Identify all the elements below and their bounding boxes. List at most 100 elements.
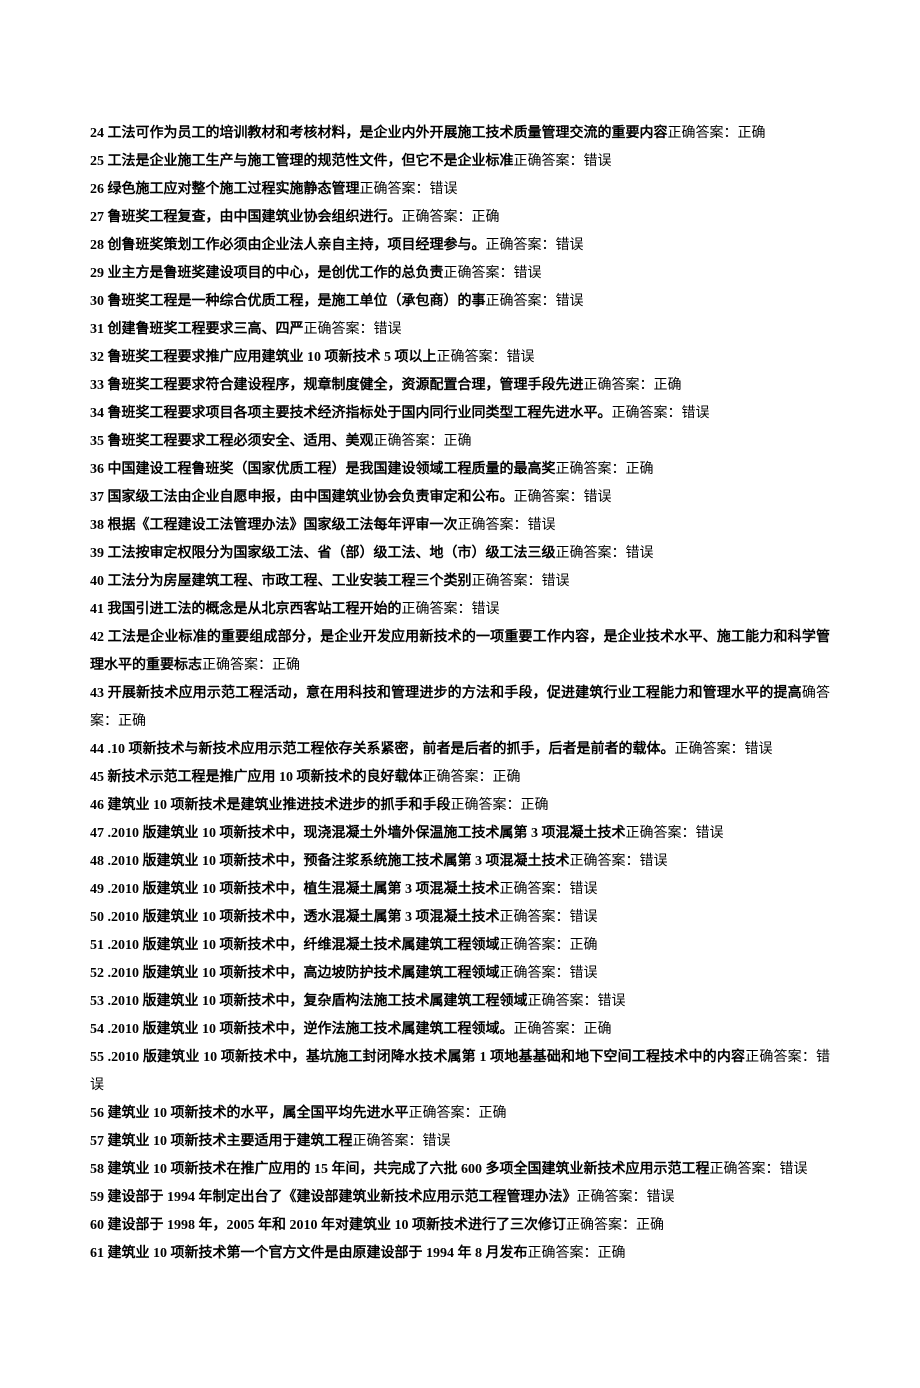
question-text: .2010 版建筑业 10 项新技术中，基坑施工封闭降水技术属第 1 项地基基础… [108,1050,746,1065]
question-text: 鲁班奖工程要求工程必须安全、适用、美观 [108,434,374,449]
question-number: 51 [90,938,104,953]
answer-label: 正确答案： [374,434,444,449]
question-number: 25 [90,154,104,169]
question-item: 26 绿色施工应对整个施工过程实施静态管理正确答案：错误 [90,176,830,204]
answer-label: 正确答案： [360,182,430,197]
answer-label: 正确答案： [304,322,374,337]
question-number: 37 [90,490,104,505]
question-text: 鲁班奖工程要求推广应用建筑业 10 项新技术 5 项以上 [108,350,437,365]
answer-label: 正确答案： [577,1190,647,1205]
question-item: 53 .2010 版建筑业 10 项新技术中，复杂盾构法施工技术属建筑工程领域正… [90,988,830,1016]
answer-label: 正确答案： [612,406,682,421]
answer-label: 正确答案： [486,294,556,309]
question-item: 40 工法分为房屋建筑工程、市政工程、工业安装工程三个类别正确答案：错误 [90,568,830,596]
question-item: 48 .2010 版建筑业 10 项新技术中，预备注浆系统施工技术属第 3 项混… [90,848,830,876]
question-text: 业主方是鲁班奖建设项目的中心，是创优工作的总负责 [108,266,444,281]
answer-value: 错误 [640,854,668,869]
answer-label: 正确答案： [626,826,696,841]
question-number: 35 [90,434,104,449]
question-item: 38 根据《工程建设工法管理办法》国家级工法每年评审一次正确答案：错误 [90,512,830,540]
question-number: 30 [90,294,104,309]
question-item: 30 鲁班奖工程是一种综合优质工程，是施工单位（承包商）的事正确答案：错误 [90,288,830,316]
answer-value: 错误 [374,322,402,337]
answer-label: 正确答案： [202,658,272,673]
answer-value: 错误 [514,266,542,281]
question-text: 建设部于 1998 年，2005 年和 2010 年对建筑业 10 项新技术进行… [108,1218,567,1233]
question-item: 51 .2010 版建筑业 10 项新技术中，纤维混凝土技术属建筑工程领域正确答… [90,932,830,960]
question-item: 35 鲁班奖工程要求工程必须安全、适用、美观正确答案：正确 [90,428,830,456]
answer-value: 正确 [472,210,500,225]
question-text: 建筑业 10 项新技术主要适用于建筑工程 [108,1134,353,1149]
answer-value: 错误 [570,910,598,925]
answer-label: 正确答案： [570,854,640,869]
question-number: 42 [90,630,104,645]
answer-label: 正确答案： [486,238,556,253]
question-item: 32 鲁班奖工程要求推广应用建筑业 10 项新技术 5 项以上正确答案：错误 [90,344,830,372]
question-item: 55 .2010 版建筑业 10 项新技术中，基坑施工封闭降水技术属第 1 项地… [90,1044,830,1100]
document-page: 24 工法可作为员工的培训教材和考核材料，是企业内外开展施工技术质量管理交流的重… [0,0,920,1388]
question-number: 53 [90,994,104,1009]
question-item: 39 工法按审定权限分为国家级工法、省（部）级工法、地（市）级工法三级正确答案：… [90,540,830,568]
answer-label: 正确答案： [514,490,584,505]
answer-label: 正确答案： [500,882,570,897]
question-text: 开展新技术应用示范工程活动，意在用科技和管理进步的方法和手段，促进建筑行业工程能… [108,686,802,701]
question-text: .2010 版建筑业 10 项新技术中，透水混凝土属第 3 项混凝土技术 [108,910,500,925]
question-item: 46 建筑业 10 项新技术是建筑业推进技术进步的抓手和手段正确答案：正确 [90,792,830,820]
answer-value: 错误 [626,546,654,561]
question-text: .2010 版建筑业 10 项新技术中，预备注浆系统施工技术属第 3 项混凝土技… [108,854,570,869]
question-number: 57 [90,1134,104,1149]
question-text: 建筑业 10 项新技术第一个官方文件是由原建设部于 1994 年 8 月发布 [108,1246,528,1261]
question-number: 32 [90,350,104,365]
question-number: 47 [90,826,104,841]
answer-value: 错误 [430,182,458,197]
question-item: 43 开展新技术应用示范工程活动，意在用科技和管理进步的方法和手段，促进建筑行业… [90,680,830,736]
question-number: 43 [90,686,104,701]
question-text: 工法分为房屋建筑工程、市政工程、工业安装工程三个类别 [108,574,472,589]
question-item: 37 国家级工法由企业自愿申报，由中国建筑业协会负责审定和公布。正确答案：错误 [90,484,830,512]
question-number: 48 [90,854,104,869]
question-text: .2010 版建筑业 10 项新技术中，植生混凝土属第 3 项混凝土技术 [108,882,500,897]
answer-value: 错误 [423,1134,451,1149]
question-text: 鲁班奖工程要求符合建设程序，规章制度健全，资源配置合理，管理手段先进 [108,378,584,393]
answer-value: 错误 [647,1190,675,1205]
answer-value: 正确 [636,1218,664,1233]
answer-label: 正确答案： [353,1134,423,1149]
answer-label: 正确答案： [500,966,570,981]
question-number: 33 [90,378,104,393]
answer-label: 正确答案： [528,1246,598,1261]
question-item: 57 建筑业 10 项新技术主要适用于建筑工程正确答案：错误 [90,1128,830,1156]
question-number: 34 [90,406,104,421]
answer-value: 正确 [118,714,146,729]
question-text: .2010 版建筑业 10 项新技术中，纤维混凝土技术属建筑工程领域 [108,938,500,953]
answer-value: 错误 [584,490,612,505]
answer-value: 正确 [272,658,300,673]
question-text: .2010 版建筑业 10 项新技术中，现浇混凝土外墙外保温施工技术属第 3 项… [108,826,626,841]
question-item: 31 创建鲁班奖工程要求三高、四严正确答案：错误 [90,316,830,344]
answer-value: 正确 [626,462,654,477]
question-number: 55 [90,1050,104,1065]
question-item: 29 业主方是鲁班奖建设项目的中心，是创优工作的总负责正确答案：错误 [90,260,830,288]
question-number: 46 [90,798,104,813]
question-text: 创鲁班奖策划工作必须由企业法人亲自主持，项目经理参与。 [108,238,486,253]
answer-value: 错误 [556,238,584,253]
answer-label: 正确答案： [556,546,626,561]
answer-label: 正确答案： [458,518,528,533]
question-text: 鲁班奖工程要求项目各项主要技术经济指标处于国内同行业同类型工程先进水平。 [108,406,612,421]
question-text: 工法可作为员工的培训教材和考核材料，是企业内外开展施工技术质量管理交流的重要内容 [108,126,668,141]
question-number: 45 [90,770,104,785]
question-item: 25 工法是企业施工生产与施工管理的规范性文件，但它不是企业标准正确答案：错误 [90,148,830,176]
answer-label: 正确答案： [402,602,472,617]
question-number: 58 [90,1162,104,1177]
answer-value: 错误 [570,966,598,981]
question-number: 61 [90,1246,104,1261]
question-item: 33 鲁班奖工程要求符合建设程序，规章制度健全，资源配置合理，管理手段先进正确答… [90,372,830,400]
question-text: 根据《工程建设工法管理办法》国家级工法每年评审一次 [108,518,458,533]
question-text: 新技术示范工程是推广应用 10 项新技术的良好载体 [108,770,423,785]
question-item: 52 .2010 版建筑业 10 项新技术中，高边坡防护技术属建筑工程领域正确答… [90,960,830,988]
question-number: 60 [90,1218,104,1233]
question-item: 42 工法是企业标准的重要组成部分，是企业开发应用新技术的一项重要工作内容，是企… [90,624,830,680]
answer-label: 正确答案： [437,350,507,365]
answer-value: 错误 [528,518,556,533]
answer-value: 错误 [745,742,773,757]
answer-value: 正确 [479,1106,507,1121]
